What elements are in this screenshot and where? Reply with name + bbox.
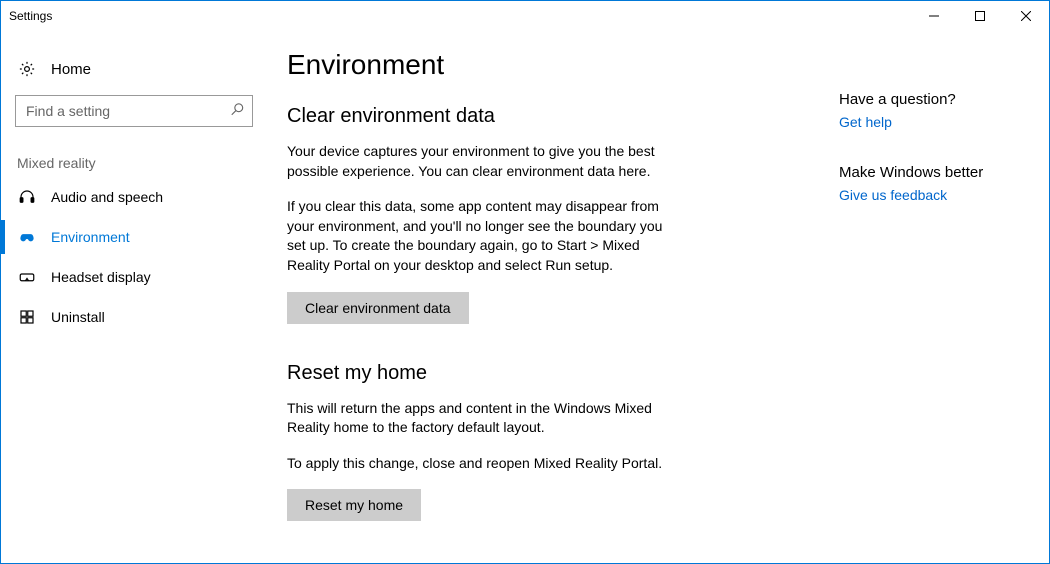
close-icon	[1016, 6, 1036, 26]
feedback-link[interactable]: Give us feedback	[839, 187, 947, 203]
close-button[interactable]	[1003, 1, 1049, 31]
headset-icon	[17, 187, 37, 207]
right-rail: Have a question? Get help Make Windows b…	[833, 31, 1049, 563]
sidebar-item-label: Headset display	[51, 269, 151, 285]
page-title: Environment	[287, 49, 813, 81]
search-box[interactable]	[15, 95, 253, 127]
titlebar: Settings	[1, 1, 1049, 31]
home-label: Home	[51, 61, 91, 78]
sidebar-item-label: Audio and speech	[51, 189, 163, 205]
vr-headset-icon	[17, 267, 37, 287]
sidebar-item-uninstall[interactable]: Uninstall	[1, 297, 271, 337]
sidebar-item-environment[interactable]: Environment	[1, 217, 271, 257]
home-button[interactable]: Home	[1, 49, 271, 89]
section-title-clear-env: Clear environment data	[287, 105, 813, 128]
minimize-button[interactable]	[911, 1, 957, 31]
maximize-icon	[970, 6, 990, 26]
search-input[interactable]	[16, 96, 252, 126]
minimize-icon	[924, 6, 944, 26]
environment-icon	[17, 227, 37, 247]
window-controls	[911, 1, 1049, 31]
search-icon	[230, 103, 244, 120]
section-text: If you clear this data, some app content…	[287, 197, 677, 275]
rail-feedback-heading: Make Windows better	[839, 164, 1029, 181]
clear-environment-button[interactable]: Clear environment data	[287, 292, 469, 324]
window-title: Settings	[9, 9, 52, 23]
reset-home-button[interactable]: Reset my home	[287, 489, 421, 521]
sidebar: Home Mixed reality Audio a	[1, 31, 271, 563]
sidebar-category: Mixed reality	[1, 127, 271, 177]
get-help-link[interactable]: Get help	[839, 114, 892, 130]
section-text: To apply this change, close and reopen M…	[287, 454, 677, 474]
section-title-reset-home: Reset my home	[287, 362, 813, 385]
maximize-button[interactable]	[957, 1, 1003, 31]
section-text: Your device captures your environment to…	[287, 142, 677, 181]
uninstall-icon	[17, 307, 37, 327]
section-text: This will return the apps and content in…	[287, 399, 677, 438]
search-container	[1, 89, 271, 127]
sidebar-item-headset-display[interactable]: Headset display	[1, 257, 271, 297]
sidebar-item-audio-speech[interactable]: Audio and speech	[1, 177, 271, 217]
main-content: Environment Clear environment data Your …	[271, 31, 833, 563]
window-body: Home Mixed reality Audio a	[1, 31, 1049, 563]
sidebar-item-label: Environment	[51, 229, 130, 245]
sidebar-item-label: Uninstall	[51, 309, 105, 325]
gear-icon	[17, 59, 37, 79]
rail-question-heading: Have a question?	[839, 91, 1029, 108]
